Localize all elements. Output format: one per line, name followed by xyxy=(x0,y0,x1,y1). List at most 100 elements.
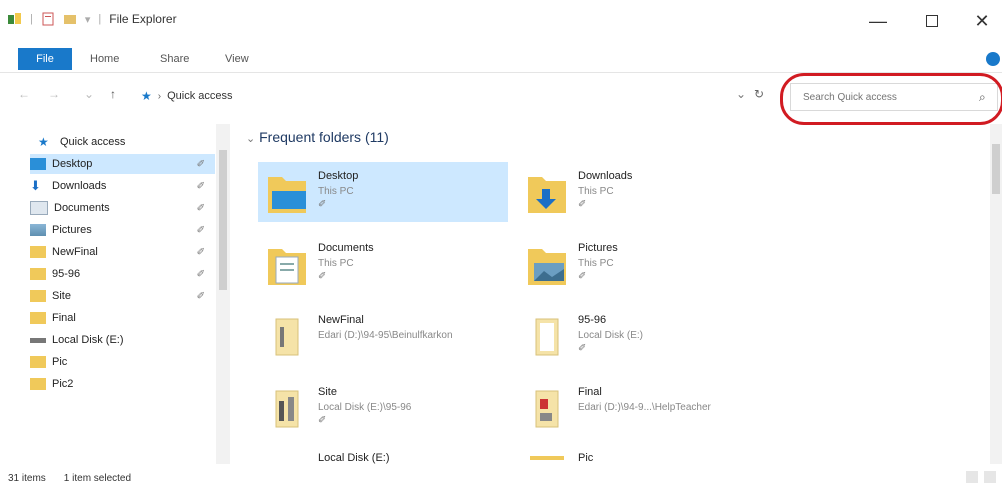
folder-tile-downloads[interactable]: Downloads This PC ✐ xyxy=(518,162,768,222)
desktop-folder-icon xyxy=(266,169,308,215)
back-button[interactable]: ← xyxy=(18,87,30,101)
quick-access-star-icon: ★ xyxy=(141,89,152,103)
minimize-button[interactable]: — xyxy=(858,8,898,34)
nav-item-quick-access[interactable]: ★ Quick access xyxy=(38,132,223,152)
nav-item-label: 95-96 xyxy=(52,268,81,280)
nav-item-downloads[interactable]: ⬇ Downloads ✐ xyxy=(30,176,215,196)
view-switcher xyxy=(966,471,996,483)
nav-item-pic2[interactable]: Pic2 xyxy=(30,374,215,394)
tab-share[interactable]: Share xyxy=(160,48,189,70)
star-icon: ★ xyxy=(38,135,49,149)
folder-icon xyxy=(30,268,46,280)
pin-icon[interactable]: ✐ xyxy=(197,291,205,302)
folder-icon xyxy=(266,385,308,431)
tab-home[interactable]: Home xyxy=(90,48,119,70)
help-icon[interactable] xyxy=(986,52,1000,66)
nav-item-label: Local Disk (E:) xyxy=(52,334,124,346)
up-button[interactable]: ↑ xyxy=(110,87,116,101)
properties-icon[interactable] xyxy=(41,12,55,26)
tile-name: Downloads xyxy=(578,170,633,182)
search-input[interactable] xyxy=(801,90,965,104)
nav-item-95-96[interactable]: 95-96 ✐ xyxy=(30,264,215,284)
tile-name: Site xyxy=(318,386,337,398)
folder-tile-pic[interactable]: Pic xyxy=(518,450,768,464)
nav-item-local-disk-e[interactable]: Local Disk (E:) xyxy=(30,330,215,350)
nav-item-pic[interactable]: Pic xyxy=(30,352,215,372)
folder-tile-pictures[interactable]: Pictures This PC ✐ xyxy=(518,234,768,294)
close-button[interactable]: ✕ xyxy=(962,8,1002,34)
nav-item-desktop[interactable]: Desktop ✐ xyxy=(30,154,215,174)
folder-icon xyxy=(266,313,308,359)
nav-item-label: Pic2 xyxy=(52,378,74,390)
pictures-folder-icon xyxy=(526,241,568,287)
customize-dropdown-icon[interactable]: ▾ xyxy=(85,13,91,26)
content-scroll-thumb[interactable] xyxy=(992,144,1000,194)
ribbon-tabs: File Home Share View xyxy=(0,48,1002,73)
refresh-button[interactable]: ↻ xyxy=(754,87,764,101)
search-box[interactable]: ⌕ xyxy=(790,83,998,111)
folder-tile-newfinal[interactable]: NewFinal Edari (D:)\94-95\Beinulfkarkon xyxy=(258,306,508,366)
nav-item-label: Final xyxy=(52,312,76,324)
tile-name: Desktop xyxy=(318,170,359,182)
status-bar: 31 items 1 item selected xyxy=(0,466,1002,490)
nav-item-documents[interactable]: Documents ✐ xyxy=(30,198,215,218)
tile-name: Local Disk (E:) xyxy=(318,452,390,464)
folder-icon xyxy=(30,290,46,302)
folder-tile-site[interactable]: Site Local Disk (E:)\95-96 ✐ xyxy=(258,378,508,438)
folder-icon xyxy=(30,312,46,324)
nav-item-pictures[interactable]: Pictures ✐ xyxy=(30,220,215,240)
new-folder-icon[interactable] xyxy=(63,12,77,26)
folder-tile-documents[interactable]: Documents This PC ✐ xyxy=(258,234,508,294)
selection-count: 1 item selected xyxy=(63,472,132,484)
tile-name: 95-96 xyxy=(578,314,607,326)
pin-icon: ✐ xyxy=(318,199,327,210)
pin-icon[interactable]: ✐ xyxy=(197,203,205,214)
tab-view[interactable]: View xyxy=(225,48,249,70)
details-view-icon[interactable] xyxy=(966,471,978,483)
folder-tile-desktop[interactable]: Desktop This PC ✐ xyxy=(258,162,508,222)
pin-icon[interactable]: ✐ xyxy=(197,247,205,258)
breadcrumb[interactable]: Quick access xyxy=(167,90,232,102)
section-header[interactable]: ⌄ Frequent folders (11) xyxy=(246,129,389,145)
desktop-folder-icon xyxy=(30,158,46,170)
pin-icon[interactable]: ✐ xyxy=(197,159,205,170)
recent-locations-icon[interactable]: ⌄ xyxy=(84,87,94,101)
pin-icon: ✐ xyxy=(578,199,587,210)
nav-item-final[interactable]: Final xyxy=(30,308,215,328)
pin-icon[interactable]: ✐ xyxy=(197,181,205,192)
tile-name: Final xyxy=(578,386,602,398)
nav-pane-scrollbar[interactable] xyxy=(216,124,230,464)
section-title: Frequent folders (11) xyxy=(259,129,389,145)
large-icons-view-icon[interactable] xyxy=(984,471,996,483)
folder-tile-95-96[interactable]: 95-96 Local Disk (E:) ✐ xyxy=(518,306,768,366)
search-icon[interactable]: ⌕ xyxy=(979,90,986,105)
chevron-down-icon[interactable]: ⌄ xyxy=(246,133,255,145)
nav-scroll-thumb[interactable] xyxy=(219,150,227,290)
tile-name: Pictures xyxy=(578,242,618,254)
nav-item-newfinal[interactable]: NewFinal ✐ xyxy=(30,242,215,262)
folder-tile-local-disk-e[interactable]: Local Disk (E:) xyxy=(258,450,508,464)
downloads-icon: ⬇ xyxy=(30,178,41,193)
content-pane: ⌄ Frequent folders (11) Desktop This PC … xyxy=(236,124,988,464)
drive-icon xyxy=(266,450,308,464)
tile-location: This PC xyxy=(318,258,354,269)
nav-item-label: Site xyxy=(52,290,71,302)
maximize-button[interactable] xyxy=(912,8,952,34)
nav-item-site[interactable]: Site ✐ xyxy=(30,286,215,306)
content-scrollbar[interactable] xyxy=(990,124,1002,464)
tile-name: NewFinal xyxy=(318,314,364,326)
pin-icon[interactable]: ✐ xyxy=(197,269,205,280)
pin-icon[interactable]: ✐ xyxy=(197,225,205,236)
folder-icon xyxy=(30,356,46,368)
tile-location: Edari (D:)\94-9...\HelpTeacher xyxy=(578,402,711,413)
folder-tile-final[interactable]: Final Edari (D:)\94-9...\HelpTeacher xyxy=(518,378,768,438)
forward-button[interactable]: → xyxy=(48,87,60,101)
nav-item-label: Downloads xyxy=(52,180,107,192)
address-bar[interactable]: ★ › Quick access xyxy=(132,84,774,108)
downloads-folder-icon xyxy=(526,169,568,215)
address-dropdown-icon[interactable]: ⌄ xyxy=(736,87,746,101)
drive-icon xyxy=(30,337,46,343)
tile-location: Local Disk (E:) xyxy=(578,330,644,341)
tab-file[interactable]: File xyxy=(18,48,72,70)
file-explorer-window: | ▾ | File Explorer — ✕ File Home Share … xyxy=(0,0,1002,490)
